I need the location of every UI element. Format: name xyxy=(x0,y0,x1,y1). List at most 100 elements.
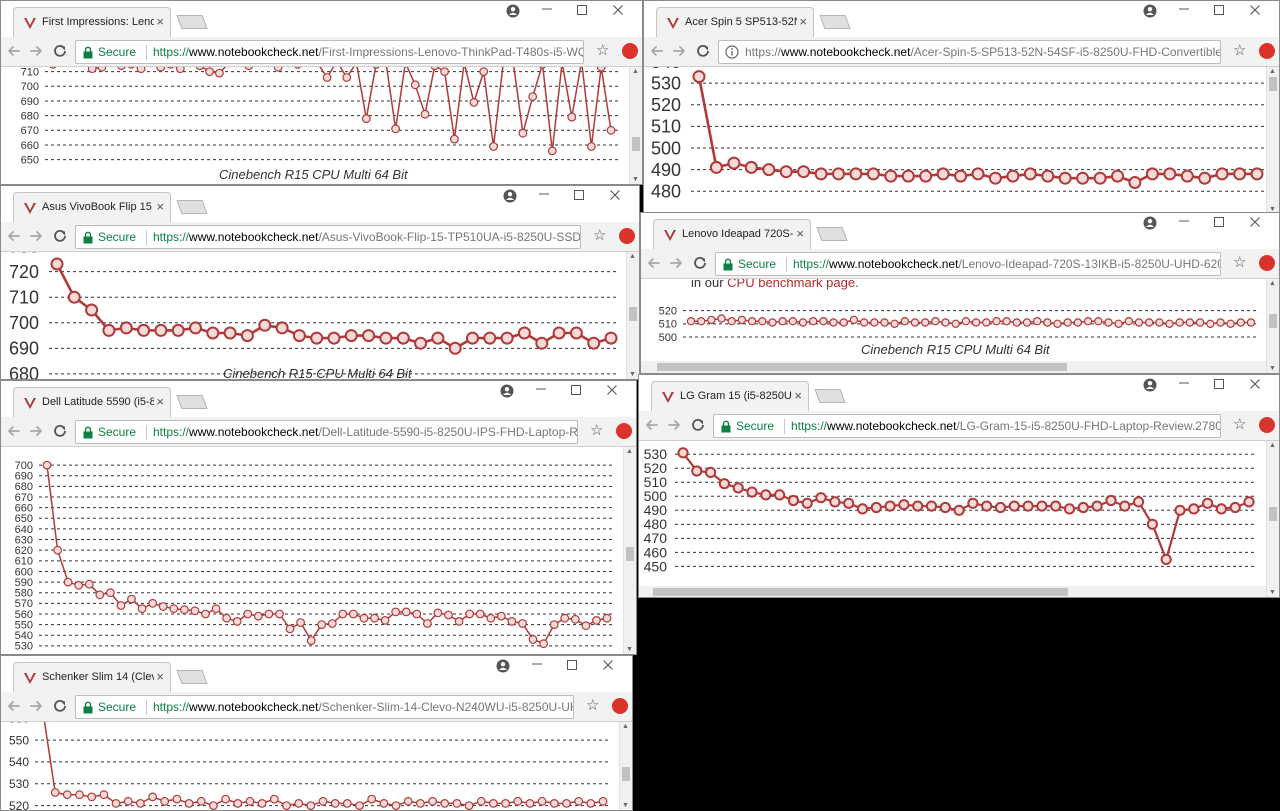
browser-window-schenker[interactable]: Schenker Slim 14 (Clevo × Secure https://ww… xyxy=(0,655,633,811)
bookmark-star-icon[interactable]: ☆ xyxy=(586,696,599,714)
vertical-scroll-thumb[interactable] xyxy=(1269,314,1277,328)
profile-icon[interactable] xyxy=(496,659,510,673)
minimize-icon[interactable] xyxy=(541,1,557,15)
vertical-scrollbar[interactable]: ▲ ▼ xyxy=(629,67,642,184)
bookmark-star-icon[interactable]: ☆ xyxy=(1233,41,1246,59)
scroll-up-icon[interactable]: ▲ xyxy=(622,723,629,730)
url-text[interactable]: https://www.notebookcheck.net/First-Impr… xyxy=(153,45,583,59)
tab-close-icon[interactable]: × xyxy=(156,394,164,409)
browser-tab[interactable]: Schenker Slim 14 (Clevo × xyxy=(13,662,171,692)
tab-close-icon[interactable]: × xyxy=(794,388,802,403)
vertical-scroll-thumb[interactable] xyxy=(1269,77,1277,91)
close-window-icon[interactable] xyxy=(606,384,622,396)
browser-tab[interactable]: Lenovo Ideapad 720S-13 × xyxy=(653,219,811,249)
address-bar[interactable]: Secure https://www.notebookcheck.net/Sche… xyxy=(75,695,574,719)
reload-icon[interactable] xyxy=(694,42,712,60)
tab-close-icon[interactable]: × xyxy=(156,669,164,684)
back-arrow-icon[interactable] xyxy=(648,42,666,60)
forward-arrow-icon[interactable] xyxy=(27,697,45,715)
extension-icon[interactable] xyxy=(619,228,635,244)
new-tab-button[interactable] xyxy=(176,670,208,684)
close-window-icon[interactable] xyxy=(1249,216,1265,228)
scroll-down-icon[interactable]: ▼ xyxy=(1269,365,1276,372)
horizontal-scrollbar[interactable] xyxy=(639,586,1266,597)
tab-close-icon[interactable]: × xyxy=(156,14,164,29)
close-window-icon[interactable] xyxy=(602,659,618,671)
profile-button[interactable] xyxy=(500,384,516,398)
browser-window-ideapad[interactable]: Lenovo Ideapad 720S-13 × Secure https://www… xyxy=(640,212,1280,374)
maximize-icon[interactable] xyxy=(570,384,586,396)
vertical-scrollbar[interactable]: ▲ ▼ xyxy=(626,252,639,379)
profile-button[interactable] xyxy=(503,189,519,203)
minimize-icon[interactable] xyxy=(535,381,551,395)
browser-tab[interactable]: Dell Latitude 5590 (i5-82 × xyxy=(13,387,171,417)
scroll-down-icon[interactable]: ▼ xyxy=(629,371,636,378)
profile-icon[interactable] xyxy=(506,4,520,18)
vertical-scroll-thumb[interactable] xyxy=(622,767,630,781)
profile-icon[interactable] xyxy=(1143,216,1157,230)
profile-icon[interactable] xyxy=(1143,4,1157,18)
vertical-scrollbar[interactable]: ▲ ▼ xyxy=(1266,67,1279,214)
scroll-up-icon[interactable]: ▲ xyxy=(1269,280,1276,287)
address-bar[interactable]: https://www.notebookcheck.net/Acer-Spin-… xyxy=(718,40,1221,64)
vertical-scrollbar[interactable]: ▲ ▼ xyxy=(623,447,636,654)
browser-window-vivobook[interactable]: Asus VivoBook Flip 15 TP× Secure https://w… xyxy=(0,185,640,380)
info-icon[interactable] xyxy=(725,45,739,59)
profile-icon[interactable] xyxy=(500,384,514,398)
maximize-icon[interactable] xyxy=(573,189,589,201)
browser-tab[interactable]: Acer Spin 5 SP513-52N-5× xyxy=(656,7,814,37)
scroll-down-icon[interactable]: ▼ xyxy=(632,176,639,183)
extension-icon[interactable] xyxy=(1259,43,1275,59)
back-arrow-icon[interactable] xyxy=(5,697,23,715)
address-bar[interactable]: Secure https://www.notebookcheck.net/Asus… xyxy=(75,225,581,249)
bookmark-star-icon[interactable]: ☆ xyxy=(593,226,606,244)
forward-arrow-icon[interactable] xyxy=(665,416,683,434)
url-text[interactable]: https://www.notebookcheck.net/Lenovo-Ide… xyxy=(793,257,1220,271)
forward-arrow-icon[interactable] xyxy=(670,42,688,60)
scroll-down-icon[interactable]: ▼ xyxy=(622,802,629,809)
bookmark-star-icon[interactable]: ☆ xyxy=(1233,415,1246,433)
scroll-up-icon[interactable]: ▲ xyxy=(1269,68,1276,75)
scroll-up-icon[interactable]: ▲ xyxy=(632,68,639,75)
extension-icon[interactable] xyxy=(622,43,638,59)
reload-icon[interactable] xyxy=(51,227,69,245)
vertical-scrollbar[interactable]: ▲ ▼ xyxy=(1266,441,1279,597)
forward-arrow-icon[interactable] xyxy=(27,422,45,440)
horizontal-scrollbar[interactable] xyxy=(641,361,1266,373)
minimize-icon[interactable] xyxy=(531,656,547,670)
extension-icon[interactable] xyxy=(616,423,632,439)
minimize-icon[interactable] xyxy=(1178,375,1194,389)
scroll-up-icon[interactable]: ▲ xyxy=(626,448,633,455)
cpu-benchmark-link[interactable]: CPU benchmark page. xyxy=(727,279,859,290)
profile-button[interactable] xyxy=(496,659,512,673)
url-text[interactable]: https://www.notebookcheck.net/Asus-VivoB… xyxy=(153,230,580,244)
browser-window-acer[interactable]: Acer Spin 5 SP513-52N-5× https://www.note… xyxy=(643,0,1280,215)
scroll-up-icon[interactable]: ▲ xyxy=(1269,442,1276,449)
bookmark-star-icon[interactable]: ☆ xyxy=(1233,253,1246,271)
vertical-scrollbar[interactable]: ▲ ▼ xyxy=(619,722,632,810)
bookmark-star-icon[interactable]: ☆ xyxy=(590,421,603,439)
minimize-icon[interactable] xyxy=(538,186,554,200)
horizontal-scroll-thumb[interactable] xyxy=(653,588,1068,596)
vertical-scrollbar[interactable]: ▲ ▼ xyxy=(1266,279,1279,373)
reload-icon[interactable] xyxy=(51,422,69,440)
browser-tab[interactable]: First Impressions: Lenovo× xyxy=(13,7,171,37)
vertical-scroll-thumb[interactable] xyxy=(1269,507,1277,521)
new-tab-button[interactable] xyxy=(814,389,846,403)
close-window-icon[interactable] xyxy=(1249,378,1265,390)
tab-close-icon[interactable]: × xyxy=(799,14,807,29)
reload-icon[interactable] xyxy=(51,697,69,715)
back-arrow-icon[interactable] xyxy=(645,254,663,272)
extension-icon[interactable] xyxy=(612,698,628,714)
minimize-icon[interactable] xyxy=(1178,213,1194,227)
address-bar[interactable]: Secure https://www.notebookcheck.net/Leno… xyxy=(715,252,1221,276)
close-window-icon[interactable] xyxy=(612,4,628,16)
close-window-icon[interactable] xyxy=(1249,4,1265,16)
horizontal-scroll-thumb[interactable] xyxy=(657,363,1067,371)
minimize-icon[interactable] xyxy=(1178,1,1194,15)
new-tab-button[interactable] xyxy=(176,200,208,214)
maximize-icon[interactable] xyxy=(566,659,582,671)
url-text[interactable]: https://www.notebookcheck.net/Schenker-S… xyxy=(153,700,573,714)
reload-icon[interactable] xyxy=(51,42,69,60)
vertical-scroll-thumb[interactable] xyxy=(626,547,634,561)
